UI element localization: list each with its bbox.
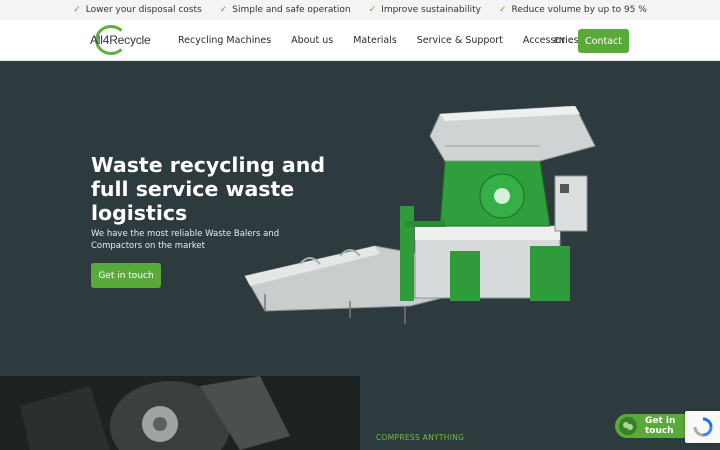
usp-item: ✓ Simple and safe operation <box>220 5 351 15</box>
check-icon: ✓ <box>219 5 228 15</box>
machine-closeup-image <box>0 376 360 450</box>
usp-text: Improve sustainability <box>381 5 481 15</box>
language-selector[interactable]: EN ⌄ <box>554 20 574 61</box>
hero-get-in-touch-button[interactable]: Get in touch <box>91 263 161 288</box>
check-icon: ✓ <box>368 5 377 15</box>
usp-text: Lower your disposal costs <box>85 5 202 15</box>
usp-item: ✓ Reduce volume by up to 95 % <box>499 5 647 15</box>
logo-text: All4Recycle <box>90 33 151 47</box>
machine-closeup-graphic <box>0 376 360 450</box>
language-label: EN <box>554 36 566 45</box>
compress-section: COMPRESS ANYTHING <box>360 376 720 450</box>
chevron-down-icon: ⌄ <box>568 36 574 45</box>
site-logo[interactable]: All4Recycle <box>90 24 160 56</box>
section-eyebrow: COMPRESS ANYTHING <box>376 433 465 442</box>
usp-item: ✓ Lower your disposal costs <box>73 5 202 15</box>
nav-materials[interactable]: Materials <box>353 35 397 46</box>
usp-text: Reduce volume by up to 95 % <box>511 5 647 15</box>
check-icon: ✓ <box>73 5 81 15</box>
recaptcha-icon <box>693 417 712 437</box>
nav-service-support[interactable]: Service & Support <box>417 35 503 46</box>
site-header: All4Recycle Recycling Machines About us … <box>0 20 720 61</box>
usp-bar: ✓ Lower your disposal costs ✓ Simple and s… <box>0 0 720 20</box>
recaptcha-badge[interactable] <box>685 411 720 443</box>
main-nav: Recycling Machines About us Materials Se… <box>178 20 579 61</box>
hero-section: Waste recycling and full service waste l… <box>0 61 720 376</box>
contact-button[interactable]: Contact <box>578 29 629 53</box>
nav-recycling-machines[interactable]: Recycling Machines <box>178 35 271 46</box>
nav-about-us[interactable]: About us <box>291 35 333 46</box>
chat-bubble-icon <box>619 417 637 435</box>
baler-machine-image <box>244 106 596 324</box>
usp-item: ✓ Improve sustainability <box>369 5 481 15</box>
check-icon: ✓ <box>498 5 507 15</box>
usp-text: Simple and safe operation <box>232 5 351 15</box>
